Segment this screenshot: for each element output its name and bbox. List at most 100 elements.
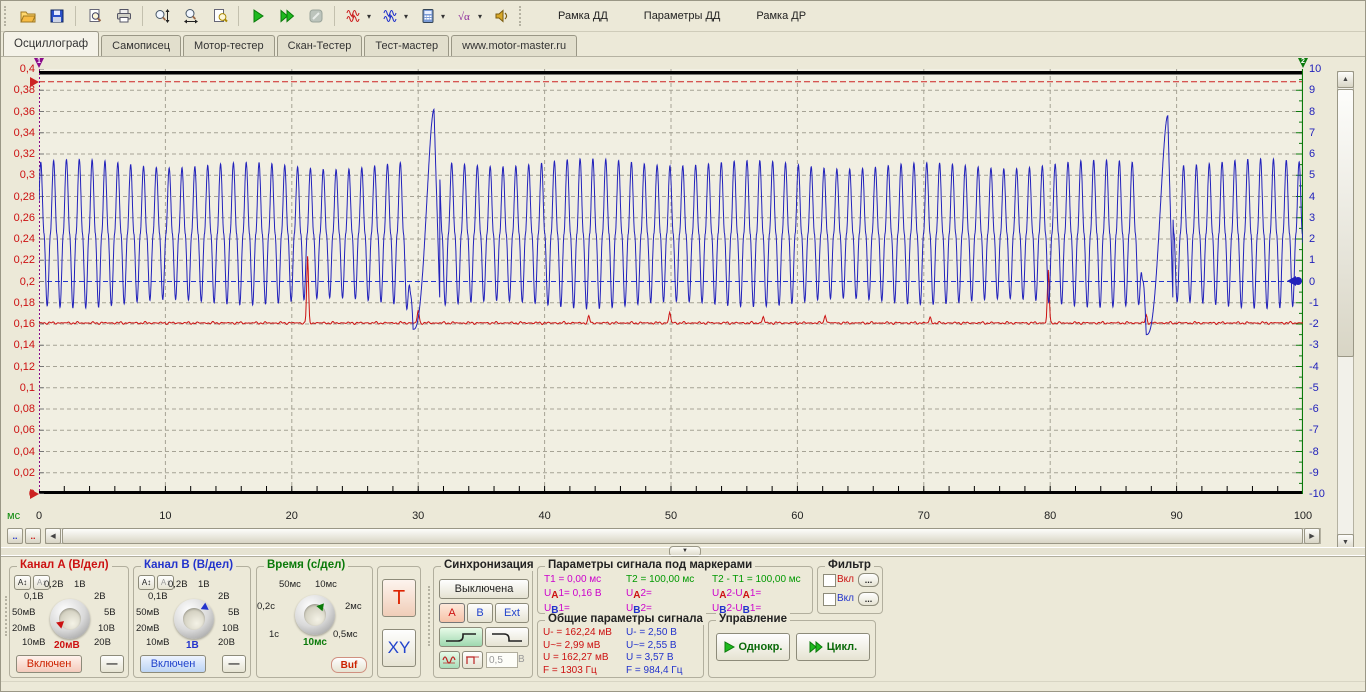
zoom-horizontal-button[interactable]: [177, 3, 204, 29]
level-trigger-icon: [465, 654, 480, 666]
y-right-tick: -2: [1309, 318, 1335, 330]
x-axis-tick: 70: [909, 510, 939, 522]
run-single-button[interactable]: Однокр.: [716, 633, 790, 661]
channel-b-autoscale-button[interactable]: A↕: [138, 575, 155, 590]
channel-b-scale-option: 5В: [228, 607, 240, 618]
plot-area[interactable]: [39, 69, 1303, 494]
channel-a-collapse-button[interactable]: —: [100, 655, 124, 673]
channel-a-zero-marker-icon[interactable]: [30, 489, 39, 499]
sync-mode-level-button[interactable]: [462, 651, 483, 669]
marker-params-title: Параметры сигнала под маркерами: [545, 559, 755, 571]
sync-title: Синхронизация: [441, 559, 537, 571]
sync-mode-wave-button[interactable]: [439, 651, 460, 669]
filter-a-more-button[interactable]: ...: [858, 573, 879, 587]
tab-4[interactable]: Скан-Тестер: [277, 35, 363, 56]
y-left-tick: 0,1: [1, 382, 35, 394]
y-right-tick: 6: [1309, 148, 1335, 160]
print-icon: [116, 8, 132, 24]
tab-6[interactable]: www.motor-master.ru: [451, 35, 577, 56]
filter-b-label: Вкл: [837, 593, 854, 604]
math-functions-dropdown-arrow[interactable]: ▾: [478, 12, 487, 21]
channel-b-scale-option: 10мВ: [146, 637, 169, 648]
channel-b-power-button[interactable]: Включен: [140, 655, 206, 673]
calculator-dropdown-arrow[interactable]: ▾: [441, 12, 450, 21]
y-right-tick: 10: [1309, 63, 1335, 75]
marker-params-values: T1 = 0,00 мсT2 = 100,00 мсT2 - T1 = 100,…: [544, 573, 810, 618]
marker-2-number: 2: [1301, 58, 1305, 65]
sync-falling-edge-button[interactable]: [485, 627, 529, 647]
time-title: Время (с/дел): [264, 559, 348, 571]
sound-icon: [494, 8, 510, 24]
print-button[interactable]: [110, 3, 137, 29]
time-scale-option: 10мс: [315, 579, 337, 590]
zoom-reset-button[interactable]: [206, 3, 233, 29]
marker-a-scroll-button[interactable]: ..: [7, 528, 23, 544]
vertical-scroll-thumb[interactable]: [1337, 89, 1354, 357]
toolbar-grip[interactable]: [4, 6, 10, 26]
print-preview-button[interactable]: [81, 3, 108, 29]
general-param-value: F = 984,4 Гц: [626, 665, 682, 678]
tab-3[interactable]: Мотор-тестер: [183, 35, 275, 56]
filter-a-checkbox[interactable]: [823, 574, 836, 587]
stop-icon: [308, 8, 324, 24]
horizontal-scroll-thumb[interactable]: [62, 528, 1303, 544]
y-left-tick: 0,24: [1, 233, 35, 245]
open-file-button[interactable]: [14, 3, 41, 29]
tab-2[interactable]: Самописец: [101, 35, 181, 56]
generator-a-button[interactable]: [340, 3, 367, 29]
tab-1[interactable]: Осциллограф: [3, 31, 99, 56]
math-functions-button[interactable]: √α: [451, 3, 478, 29]
filter-b-checkbox[interactable]: [823, 593, 836, 606]
channel-a-level-marker-icon[interactable]: [30, 77, 39, 87]
control-group: Управление Однокр. Цикл.: [708, 620, 876, 678]
y-right-tick: -3: [1309, 339, 1335, 351]
view-t-button[interactable]: T: [382, 579, 416, 617]
menu-item[interactable]: Параметры ДД: [640, 8, 725, 24]
y-right-tick: -9: [1309, 467, 1335, 479]
channel-b-collapse-button[interactable]: —: [222, 655, 246, 673]
buffer-button[interactable]: Buf: [331, 657, 367, 673]
scroll-left-button[interactable]: ◀: [45, 528, 61, 544]
x-axis-unit-label: мс: [7, 510, 20, 522]
open-file-icon: [20, 8, 36, 24]
general-params-channel-a: U- = 162,24 мВU~= 2,99 мВU = 162,27 мВF …: [543, 627, 612, 677]
channel-a-group: Канал A (В/дел) A↕ A↕ 20мВ Включен — 0,2…: [9, 566, 129, 678]
sound-button[interactable]: [488, 3, 515, 29]
menu-item[interactable]: Рамка ДД: [554, 8, 612, 24]
channel-b-group: Канал B (В/дел) A↕ A↕ 1В Включен — 0,2В1…: [133, 566, 251, 678]
run-single-button[interactable]: [244, 3, 271, 29]
time-scale-knob[interactable]: [295, 595, 335, 635]
generator-a-dropdown-arrow[interactable]: ▾: [367, 12, 376, 21]
y-right-tick: -10: [1309, 488, 1335, 500]
toolbar-separator: [142, 6, 143, 26]
generator-b-dropdown-arrow[interactable]: ▾: [404, 12, 413, 21]
filter-b-more-button[interactable]: ...: [858, 592, 879, 606]
channel-b-zero-marker-icon[interactable]: [1287, 276, 1303, 287]
toolbar-icons: ▾ ▾ ▾ √α ▾: [13, 3, 516, 29]
channel-b-scale-option: 2В: [218, 591, 230, 602]
view-xy-button[interactable]: XY: [382, 629, 416, 667]
sync-off-button[interactable]: Выключена: [439, 579, 529, 599]
sync-level-input[interactable]: [486, 652, 518, 668]
channel-a-scale-option: 50мВ: [12, 607, 35, 618]
math-functions-icon: √α: [457, 8, 473, 24]
scroll-right-button[interactable]: ▶: [1304, 528, 1320, 544]
channel-a-scale-option: 10мВ: [22, 637, 45, 648]
save-button[interactable]: [43, 3, 70, 29]
marker-b-scroll-button[interactable]: ..: [25, 528, 41, 544]
sync-source-b-button[interactable]: В: [467, 603, 493, 623]
sync-source-a-button[interactable]: А: [439, 603, 465, 623]
channel-a-power-button[interactable]: Включен: [16, 655, 82, 673]
channel-a-autoscale-button[interactable]: A↕: [14, 575, 31, 590]
zoom-vertical-button[interactable]: [148, 3, 175, 29]
menu-item[interactable]: Рамка ДР: [752, 8, 810, 24]
scroll-up-button[interactable]: ▲: [1337, 71, 1354, 88]
tab-5[interactable]: Тест-мастер: [364, 35, 449, 56]
menu-grip[interactable]: [519, 6, 525, 26]
calculator-button[interactable]: [414, 3, 441, 29]
sync-source-ext-button[interactable]: Ext: [495, 603, 529, 623]
sync-rising-edge-button[interactable]: [439, 627, 483, 647]
run-cyclic-button[interactable]: Цикл.: [796, 633, 870, 661]
run-cyclic-button[interactable]: [273, 3, 300, 29]
generator-b-button[interactable]: [377, 3, 404, 29]
